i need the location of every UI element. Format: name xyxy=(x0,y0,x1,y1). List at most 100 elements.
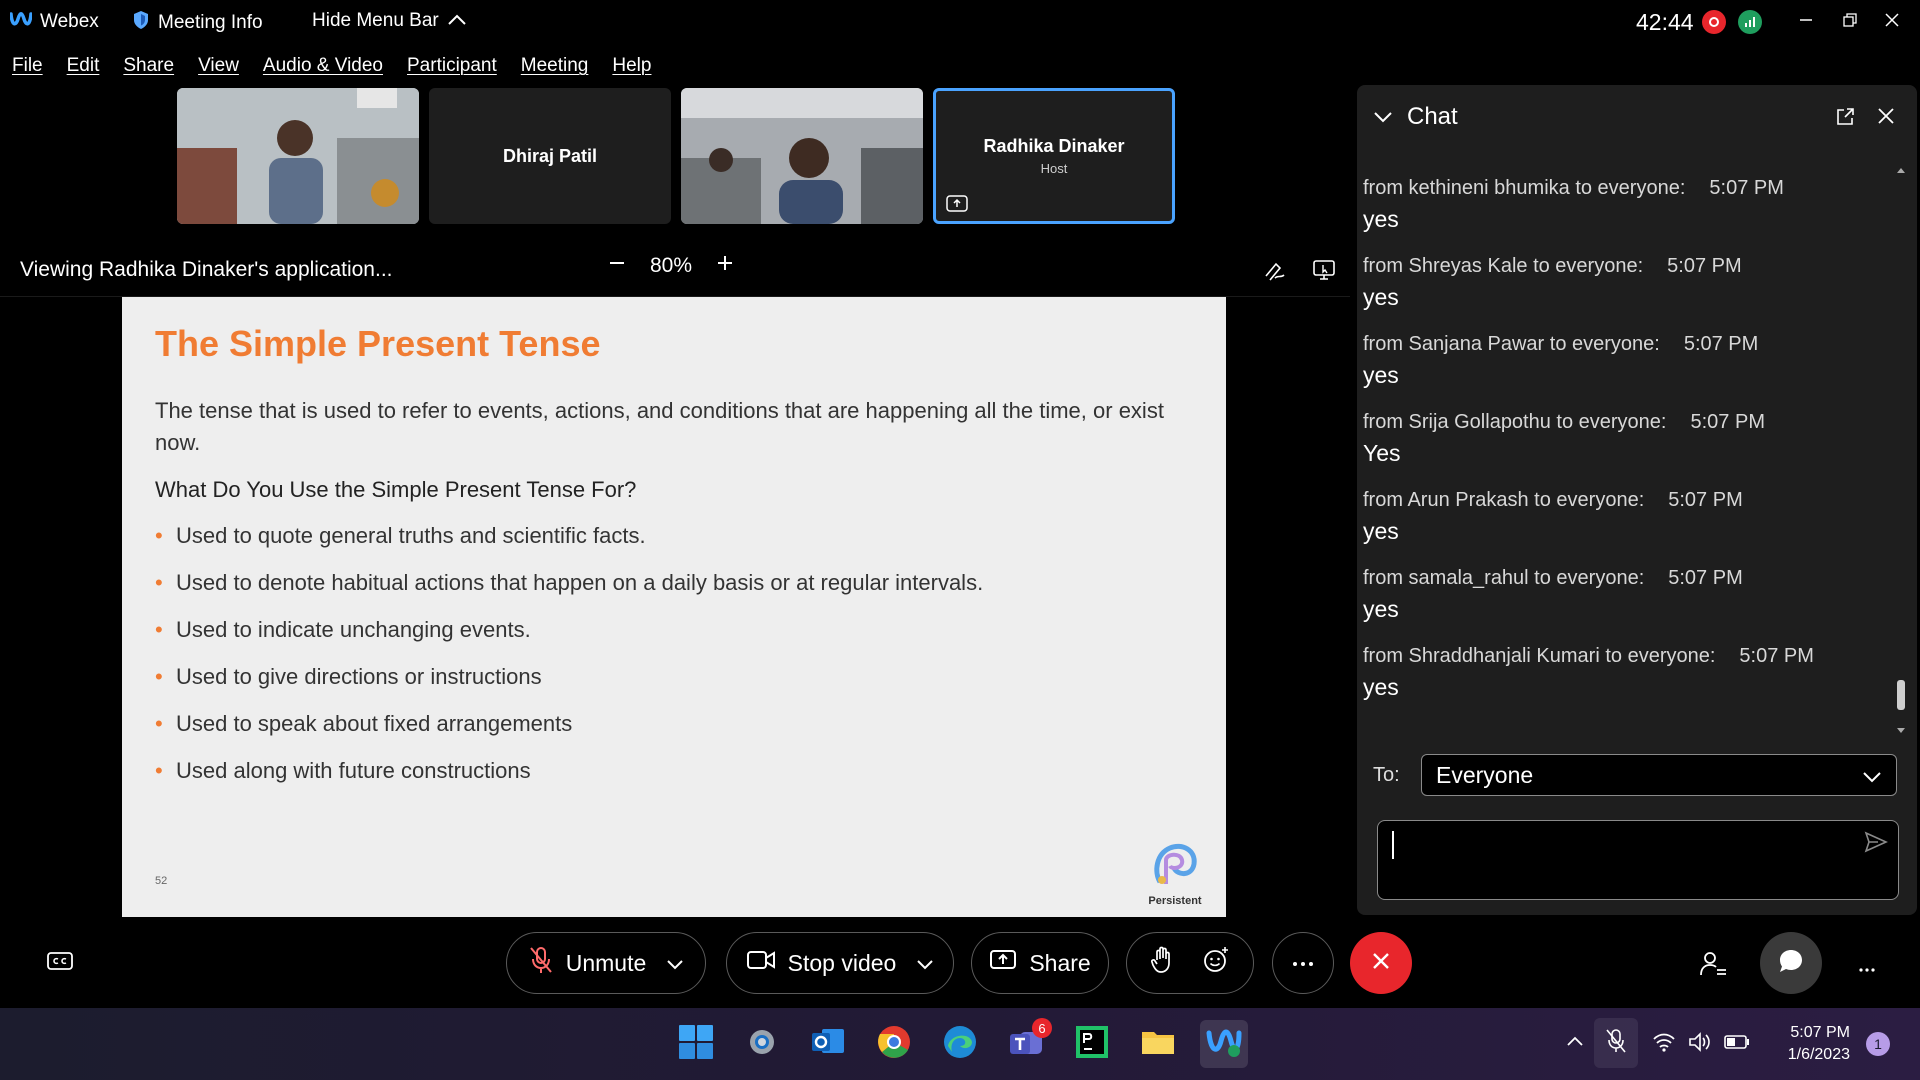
wifi-icon[interactable] xyxy=(1652,1032,1676,1057)
start-button[interactable] xyxy=(672,1020,720,1068)
persistent-logo-text: Persistent xyxy=(1148,895,1202,907)
leave-meeting-button[interactable] xyxy=(1350,932,1412,994)
network-health-icon[interactable] xyxy=(1738,10,1762,34)
unmute-button[interactable]: Unmute xyxy=(506,932,706,994)
participants-icon xyxy=(1698,952,1728,983)
remote-control-button[interactable] xyxy=(1312,258,1336,287)
participant-video-tile[interactable] xyxy=(177,88,419,224)
microphone-muted-icon xyxy=(1605,1028,1627,1059)
message-time: 5:07 PM xyxy=(1739,645,1814,667)
menu-share[interactable]: Share xyxy=(123,55,174,77)
taskbar-pycharm[interactable] xyxy=(1068,1020,1116,1068)
more-options-button[interactable] xyxy=(1272,932,1334,994)
taskbar-teams[interactable]: 6 xyxy=(1002,1018,1052,1068)
to-label: To: xyxy=(1373,763,1400,786)
participant-video-feed xyxy=(177,88,419,224)
recipient-value: Everyone xyxy=(1436,761,1534,788)
taskbar-edge[interactable] xyxy=(936,1020,984,1068)
message-text: yes xyxy=(1363,206,1399,232)
text-caret xyxy=(1392,831,1394,859)
stop-video-button[interactable]: Stop video xyxy=(726,932,954,994)
annotate-button[interactable] xyxy=(1262,258,1286,287)
share-button[interactable]: Share xyxy=(971,932,1109,994)
volume-icon[interactable] xyxy=(1688,1032,1712,1057)
captions-button[interactable] xyxy=(46,950,74,979)
taskbar-webex[interactable] xyxy=(1200,1020,1248,1068)
tray-microphone[interactable] xyxy=(1594,1018,1638,1068)
folder-icon xyxy=(1140,1026,1176,1063)
raise-hand-icon[interactable] xyxy=(1150,946,1174,980)
taskbar-settings[interactable] xyxy=(738,1020,786,1068)
slide-bullets: • Used to quote general truths and scient… xyxy=(155,523,983,805)
minimize-button[interactable] xyxy=(1786,6,1826,38)
message-sender: from Srija Gollapothu to everyone: xyxy=(1363,411,1667,433)
message-text: yes xyxy=(1363,284,1399,310)
webex-app-icon xyxy=(1206,1025,1242,1064)
panel-more-button[interactable] xyxy=(1858,960,1876,978)
recipient-select[interactable]: Everyone xyxy=(1421,754,1897,796)
meeting-info-button[interactable]: Meeting Info xyxy=(132,10,263,36)
taskbar-clock[interactable]: 5:07 PM 1/6/2023 xyxy=(1770,1022,1850,1066)
send-button[interactable] xyxy=(1864,831,1888,858)
notification-badge[interactable]: 1 xyxy=(1866,1032,1890,1056)
message-text: yes xyxy=(1363,596,1399,622)
collapse-chat-button[interactable] xyxy=(1373,103,1393,131)
zoom-level: 80% xyxy=(650,254,693,277)
menu-view[interactable]: View xyxy=(198,55,239,77)
more-horizontal-icon xyxy=(1858,960,1876,977)
recording-icon[interactable] xyxy=(1702,10,1726,34)
popout-chat-button[interactable] xyxy=(1835,107,1855,132)
popout-icon xyxy=(1835,108,1855,131)
participant-tile-radhika-dinaker[interactable]: Radhika Dinaker Host xyxy=(933,88,1175,224)
chevron-down-icon xyxy=(666,950,684,977)
menu-audio-video[interactable]: Audio & Video xyxy=(263,55,383,77)
menu-file[interactable]: File xyxy=(12,55,43,77)
message-time: 5:07 PM xyxy=(1668,489,1743,511)
menu-meeting[interactable]: Meeting xyxy=(521,55,589,77)
close-window-button[interactable] xyxy=(1872,6,1912,38)
message-time: 5:07 PM xyxy=(1709,177,1784,199)
chat-recipient-row: To: Everyone xyxy=(1373,753,1903,797)
restore-button[interactable] xyxy=(1830,6,1870,38)
edge-icon xyxy=(942,1024,978,1065)
windows-taskbar: 6 5:07 PM 1/6/2023 1 xyxy=(0,1008,1920,1080)
participant-video-tile[interactable] xyxy=(681,88,923,224)
closed-captions-icon xyxy=(46,952,74,978)
participant-tile-dhiraj-patil[interactable]: Dhiraj Patil xyxy=(429,88,671,224)
show-hidden-icons-button[interactable] xyxy=(1566,1034,1584,1052)
close-chat-button[interactable] xyxy=(1877,107,1895,130)
chat-title: Chat xyxy=(1407,103,1458,130)
message-text: yes xyxy=(1363,518,1399,544)
taskbar-outlook[interactable] xyxy=(804,1020,852,1068)
battery-icon[interactable] xyxy=(1724,1034,1750,1055)
participant-video-feed xyxy=(681,88,923,224)
menu-edit[interactable]: Edit xyxy=(67,55,100,77)
chat-panel-button[interactable] xyxy=(1760,932,1822,994)
chat-bubble-icon xyxy=(1777,947,1805,980)
close-icon xyxy=(1371,951,1391,976)
taskbar-file-explorer[interactable] xyxy=(1134,1020,1182,1068)
menu-help[interactable]: Help xyxy=(612,55,651,77)
zoom-out-button[interactable] xyxy=(608,254,626,278)
menu-participant[interactable]: Participant xyxy=(407,55,497,77)
slide-intro: The tense that is used to refer to event… xyxy=(155,398,1164,455)
minimize-icon xyxy=(1798,12,1814,33)
taskbar-chrome[interactable] xyxy=(870,1020,918,1068)
share-viewing-bar: Viewing Radhika Dinaker's application...… xyxy=(0,250,1350,290)
unmute-label: Unmute xyxy=(565,949,647,976)
chat-scrollbar[interactable] xyxy=(1895,165,1907,740)
chevron-down-icon xyxy=(1373,103,1393,130)
hide-menu-bar-button[interactable]: Hide Menu Bar xyxy=(312,10,467,32)
send-icon xyxy=(1864,831,1888,857)
zoom-in-button[interactable] xyxy=(716,254,734,278)
slide-bullet: • Used to indicate unchanging events. xyxy=(155,617,531,642)
close-icon xyxy=(1884,12,1900,33)
chat-message: from samala_rahul to everyone: 5:07 PM ye… xyxy=(1363,567,1883,645)
reaction-emoji-icon[interactable] xyxy=(1202,946,1230,980)
chevron-up-icon xyxy=(447,10,467,32)
zoom-controls: 80% xyxy=(608,254,734,278)
message-sender: from Arun Prakash to everyone: xyxy=(1363,489,1645,511)
chat-message-input[interactable] xyxy=(1377,820,1899,900)
participants-panel-button[interactable] xyxy=(1698,949,1728,984)
message-time: 5:07 PM xyxy=(1690,411,1765,433)
